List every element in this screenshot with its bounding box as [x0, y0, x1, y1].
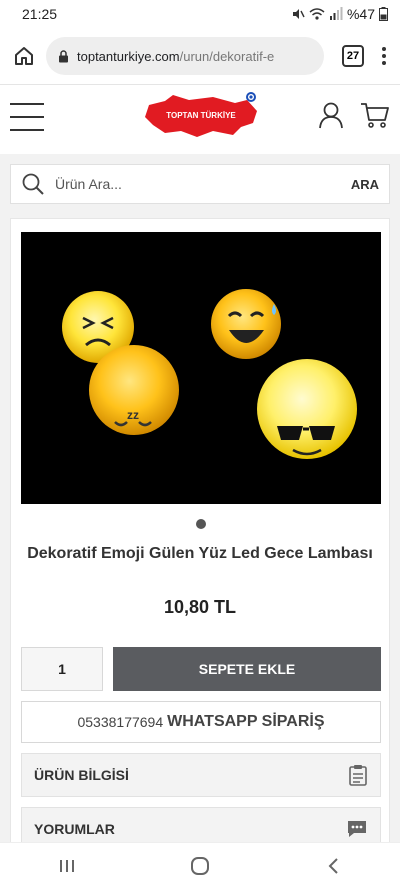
- image-carousel-dot[interactable]: [196, 519, 206, 529]
- home-circle-icon: [190, 856, 209, 875]
- status-time: 21:25: [22, 6, 58, 22]
- home-icon: [15, 47, 33, 65]
- emoji-sunglasses-icon: [257, 359, 357, 459]
- home-nav-button[interactable]: [180, 846, 220, 886]
- hamburger-menu-icon[interactable]: [10, 103, 44, 131]
- shopping-cart-icon[interactable]: [360, 101, 390, 134]
- emoji-sweat-smile-icon: [211, 289, 281, 359]
- status-icons: %47: [291, 6, 388, 22]
- whatsapp-order-button[interactable]: 05338177694 WHATSAPP SİPARİŞ: [21, 701, 381, 743]
- address-bar[interactable]: toptanturkiye.com/urun/dekoratif-e: [46, 37, 324, 75]
- tab-count-button[interactable]: 27: [342, 45, 364, 67]
- browser-menu-icon[interactable]: [378, 44, 390, 68]
- browser-toolbar: toptanturkiye.com/urun/dekoratif-e 27: [0, 28, 400, 84]
- quantity-input[interactable]: 1: [21, 647, 103, 691]
- product-price: 10,80 TL: [163, 597, 237, 617]
- url-text: toptanturkiye.com/urun/dekoratif-e: [77, 49, 274, 64]
- search-input[interactable]: [55, 176, 351, 192]
- product-card: zz Dekoratif Emoji Gülen Yüz Led Gece La…: [10, 218, 390, 851]
- add-to-cart-button[interactable]: SEPETE EKLE: [113, 647, 381, 691]
- battery-percent: %47: [346, 6, 375, 22]
- android-navigation-bar: [0, 842, 400, 888]
- emoji-sleeping-icon: zz: [89, 345, 179, 435]
- back-chevron-icon: [328, 857, 339, 874]
- site-logo[interactable]: TOPTAN TÜRKİYE: [143, 91, 263, 147]
- status-bar: 21:25 %47: [0, 0, 400, 28]
- recent-apps-icon: [59, 859, 74, 872]
- svg-text:zz: zz: [127, 408, 139, 422]
- clipboard-icon: [349, 765, 367, 786]
- whatsapp-phone: 05338177694: [77, 714, 164, 730]
- logo-text: TOPTAN TÜRKİYE: [166, 111, 236, 120]
- lock-icon: [58, 49, 69, 63]
- product-search-bar: ARA: [10, 164, 390, 204]
- site-header: TOPTAN TÜRKİYE: [0, 84, 400, 154]
- reviews-label: YORUMLAR: [34, 821, 115, 837]
- browser-home-button[interactable]: [10, 42, 38, 70]
- product-image[interactable]: zz: [21, 232, 381, 504]
- recent-apps-button[interactable]: [47, 846, 87, 886]
- wifi-icon: [309, 8, 325, 20]
- mute-icon: [292, 9, 305, 19]
- user-account-icon[interactable]: [318, 101, 344, 134]
- battery-icon: [379, 7, 388, 21]
- back-nav-button[interactable]: [313, 846, 353, 886]
- product-title: Dekoratif Emoji Gülen Yüz Led Gece Lamba…: [27, 545, 373, 562]
- product-info-accordion[interactable]: ÜRÜN BİLGİSİ: [21, 753, 381, 797]
- search-icon[interactable]: [21, 172, 45, 196]
- product-info-label: ÜRÜN BİLGİSİ: [34, 767, 129, 783]
- whatsapp-label: WHATSAPP SİPARİŞ: [167, 713, 325, 730]
- url-path: /urun/dekoratif-e: [179, 48, 275, 64]
- url-host: toptanturkiye.com: [77, 48, 180, 64]
- comment-icon: [348, 821, 366, 837]
- search-button[interactable]: ARA: [351, 177, 379, 192]
- signal-icon: [329, 7, 343, 20]
